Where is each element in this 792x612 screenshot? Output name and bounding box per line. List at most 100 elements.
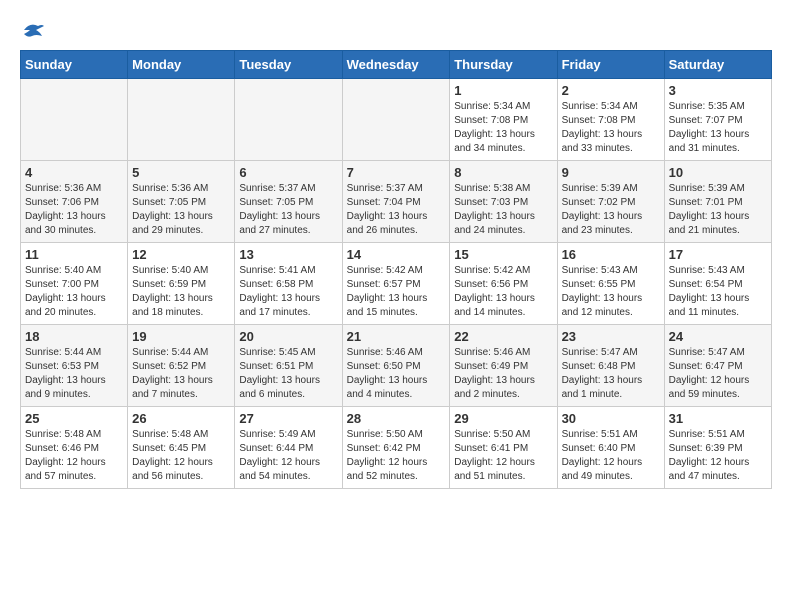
day-number: 29 [454,411,552,426]
day-info: Sunrise: 5:37 AM Sunset: 7:04 PM Dayligh… [347,182,446,238]
calendar-cell: 21 Sunrise: 5:46 AM Sunset: 6:50 PM Dayli… [342,325,450,407]
calendar-cell: 8 Sunrise: 5:38 AM Sunset: 7:03 PM Daylig… [450,161,557,243]
day-number: 11 [25,247,123,262]
day-info: Sunrise: 5:40 AM Sunset: 6:59 PM Dayligh… [132,264,230,320]
day-info: Sunrise: 5:40 AM Sunset: 7:00 PM Dayligh… [25,264,123,320]
calendar-cell: 30 Sunrise: 5:51 AM Sunset: 6:40 PM Dayli… [557,407,664,489]
day-number: 10 [669,165,767,180]
day-info: Sunrise: 5:42 AM Sunset: 6:56 PM Dayligh… [454,264,552,320]
day-info: Sunrise: 5:48 AM Sunset: 6:46 PM Dayligh… [25,428,123,484]
day-number: 13 [239,247,337,262]
day-number: 31 [669,411,767,426]
calendar-week-2: 4 Sunrise: 5:36 AM Sunset: 7:06 PM Daylig… [21,161,772,243]
day-number: 24 [669,329,767,344]
day-info: Sunrise: 5:43 AM Sunset: 6:55 PM Dayligh… [562,264,660,320]
day-info: Sunrise: 5:41 AM Sunset: 6:58 PM Dayligh… [239,264,337,320]
day-info: Sunrise: 5:50 AM Sunset: 6:41 PM Dayligh… [454,428,552,484]
day-number: 15 [454,247,552,262]
calendar-cell: 16Sunrise: 5:43 AM Sunset: 6:55 PM Dayli… [557,243,664,325]
day-info: Sunrise: 5:43 AM Sunset: 6:54 PM Dayligh… [669,264,767,320]
calendar-cell: 20Sunrise: 5:45 AM Sunset: 6:51 PM Dayli… [235,325,342,407]
day-number: 3 [669,83,767,98]
day-header-sunday: Sunday [21,51,128,79]
day-info: Sunrise: 5:38 AM Sunset: 7:03 PM Dayligh… [454,182,552,238]
day-number: 21 [347,329,446,344]
calendar-cell: 25 Sunrise: 5:48 AM Sunset: 6:46 PM Dayli… [21,407,128,489]
calendar-cell: 28 Sunrise: 5:50 AM Sunset: 6:42 PM Dayli… [342,407,450,489]
day-number: 12 [132,247,230,262]
day-info: Sunrise: 5:46 AM Sunset: 6:49 PM Dayligh… [454,346,552,402]
calendar-cell: 31Sunrise: 5:51 AM Sunset: 6:39 PM Dayli… [664,407,771,489]
calendar-cell: 1 Sunrise: 5:34 AM Sunset: 7:08 PM Daylig… [450,79,557,161]
day-number: 25 [25,411,123,426]
day-number: 7 [347,165,446,180]
day-header-friday: Friday [557,51,664,79]
day-info: Sunrise: 5:47 AM Sunset: 6:48 PM Dayligh… [562,346,660,402]
calendar-cell: 11 Sunrise: 5:40 AM Sunset: 7:00 PM Dayli… [21,243,128,325]
day-number: 17 [669,247,767,262]
calendar-cell: 18 Sunrise: 5:44 AM Sunset: 6:53 PM Dayli… [21,325,128,407]
day-number: 2 [562,83,660,98]
calendar-cell [235,79,342,161]
day-number: 14 [347,247,446,262]
day-number: 28 [347,411,446,426]
day-number: 9 [562,165,660,180]
calendar-cell: 15 Sunrise: 5:42 AM Sunset: 6:56 PM Dayli… [450,243,557,325]
day-info: Sunrise: 5:44 AM Sunset: 6:52 PM Dayligh… [132,346,230,402]
day-info: Sunrise: 5:34 AM Sunset: 7:08 PM Dayligh… [454,100,552,156]
day-info: Sunrise: 5:49 AM Sunset: 6:44 PM Dayligh… [239,428,337,484]
calendar-cell: 5Sunrise: 5:36 AM Sunset: 7:05 PM Daylig… [128,161,235,243]
day-number: 18 [25,329,123,344]
calendar-cell: 23Sunrise: 5:47 AM Sunset: 6:48 PM Dayli… [557,325,664,407]
day-info: Sunrise: 5:35 AM Sunset: 7:07 PM Dayligh… [669,100,767,156]
calendar-cell: 3 Sunrise: 5:35 AM Sunset: 7:07 PM Daylig… [664,79,771,161]
logo-bird-icon [22,20,46,40]
day-header-thursday: Thursday [450,51,557,79]
calendar-cell: 22 Sunrise: 5:46 AM Sunset: 6:49 PM Dayli… [450,325,557,407]
day-number: 20 [239,329,337,344]
day-info: Sunrise: 5:39 AM Sunset: 7:01 PM Dayligh… [669,182,767,238]
calendar-week-5: 25 Sunrise: 5:48 AM Sunset: 6:46 PM Dayli… [21,407,772,489]
calendar-cell [128,79,235,161]
day-info: Sunrise: 5:44 AM Sunset: 6:53 PM Dayligh… [25,346,123,402]
day-info: Sunrise: 5:36 AM Sunset: 7:06 PM Dayligh… [25,182,123,238]
day-info: Sunrise: 5:34 AM Sunset: 7:08 PM Dayligh… [562,100,660,156]
day-info: Sunrise: 5:46 AM Sunset: 6:50 PM Dayligh… [347,346,446,402]
day-info: Sunrise: 5:36 AM Sunset: 7:05 PM Dayligh… [132,182,230,238]
calendar-week-1: 1 Sunrise: 5:34 AM Sunset: 7:08 PM Daylig… [21,79,772,161]
day-info: Sunrise: 5:50 AM Sunset: 6:42 PM Dayligh… [347,428,446,484]
day-info: Sunrise: 5:47 AM Sunset: 6:47 PM Dayligh… [669,346,767,402]
calendar-cell: 12 Sunrise: 5:40 AM Sunset: 6:59 PM Dayli… [128,243,235,325]
page-header [20,20,772,40]
logo [20,20,46,40]
day-number: 26 [132,411,230,426]
day-header-saturday: Saturday [664,51,771,79]
calendar-cell: 4 Sunrise: 5:36 AM Sunset: 7:06 PM Daylig… [21,161,128,243]
day-header-tuesday: Tuesday [235,51,342,79]
calendar-cell: 24 Sunrise: 5:47 AM Sunset: 6:47 PM Dayli… [664,325,771,407]
calendar-cell: 17 Sunrise: 5:43 AM Sunset: 6:54 PM Dayli… [664,243,771,325]
calendar-cell: 13 Sunrise: 5:41 AM Sunset: 6:58 PM Dayli… [235,243,342,325]
calendar-cell: 26Sunrise: 5:48 AM Sunset: 6:45 PM Dayli… [128,407,235,489]
day-info: Sunrise: 5:51 AM Sunset: 6:40 PM Dayligh… [562,428,660,484]
calendar-cell: 19Sunrise: 5:44 AM Sunset: 6:52 PM Dayli… [128,325,235,407]
day-info: Sunrise: 5:39 AM Sunset: 7:02 PM Dayligh… [562,182,660,238]
day-number: 1 [454,83,552,98]
calendar-cell: 6 Sunrise: 5:37 AM Sunset: 7:05 PM Daylig… [235,161,342,243]
calendar-header-row: SundayMondayTuesdayWednesdayThursdayFrid… [21,51,772,79]
day-header-wednesday: Wednesday [342,51,450,79]
calendar-cell: 7 Sunrise: 5:37 AM Sunset: 7:04 PM Daylig… [342,161,450,243]
day-header-monday: Monday [128,51,235,79]
day-number: 8 [454,165,552,180]
day-number: 30 [562,411,660,426]
day-number: 22 [454,329,552,344]
day-info: Sunrise: 5:37 AM Sunset: 7:05 PM Dayligh… [239,182,337,238]
day-number: 4 [25,165,123,180]
calendar-cell: 2 Sunrise: 5:34 AM Sunset: 7:08 PM Daylig… [557,79,664,161]
calendar-cell [342,79,450,161]
day-number: 27 [239,411,337,426]
calendar-cell: 27 Sunrise: 5:49 AM Sunset: 6:44 PM Dayli… [235,407,342,489]
day-number: 6 [239,165,337,180]
calendar-cell: 14Sunrise: 5:42 AM Sunset: 6:57 PM Dayli… [342,243,450,325]
calendar-cell: 9 Sunrise: 5:39 AM Sunset: 7:02 PM Daylig… [557,161,664,243]
